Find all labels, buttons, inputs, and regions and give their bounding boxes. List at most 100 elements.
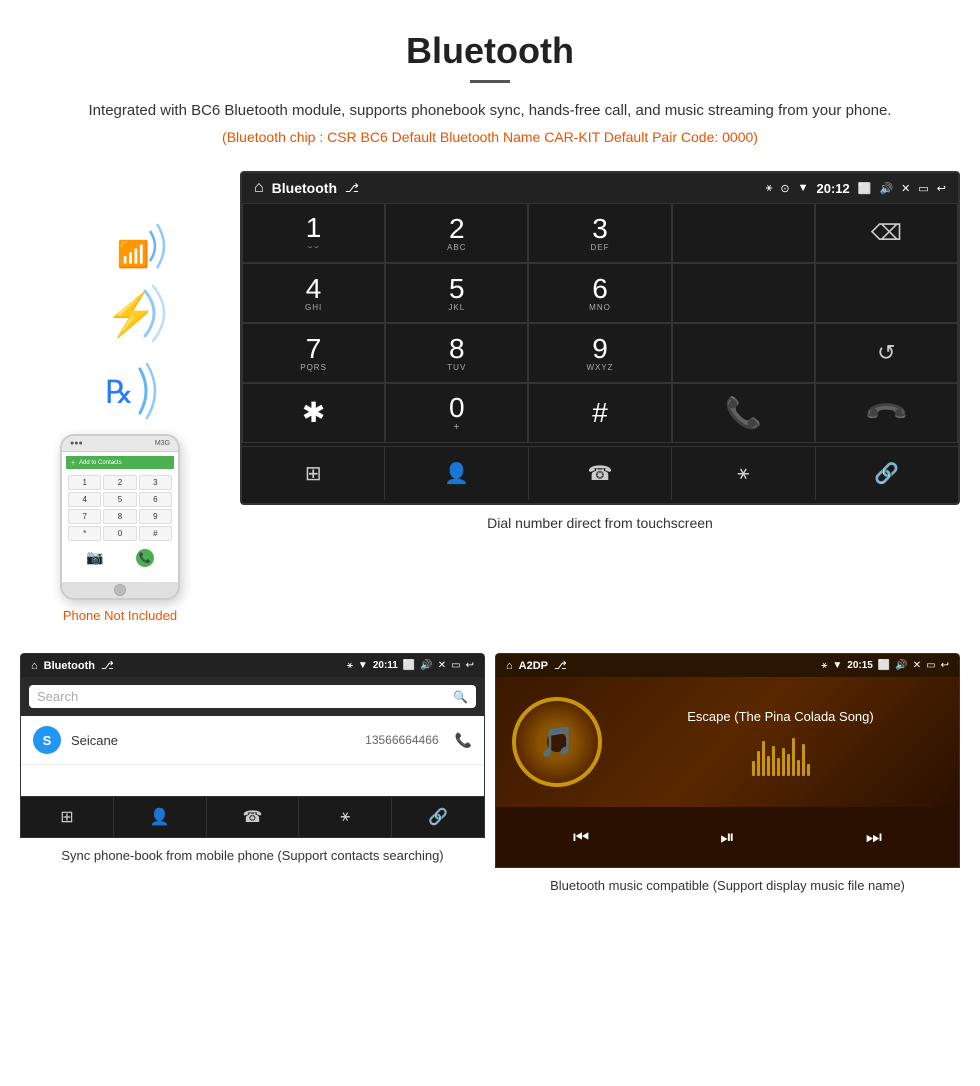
dial-key-3[interactable]: 3 DEF (528, 203, 671, 263)
status-right: ⚹ ⊙ ▼ 20:12 ⬜ 🔊 ✕ ▭ ↩ (766, 181, 946, 196)
pb-search-bar[interactable]: Search 🔍 (29, 685, 476, 708)
music-status-bar: ⌂ A2DP ⎇ ⚹ ▼ 20:15 ⬜ 🔊 ✕ ▭ ↩ (496, 654, 959, 677)
pb-status-bar: ⌂ Bluetooth ⎇ ⚹ ▼ 20:11 ⬜ 🔊 ✕ ▭ ↩ (21, 654, 484, 677)
pb-contact-item[interactable]: S Seicane 13566664466 📞 (21, 716, 484, 765)
dial-key-0[interactable]: 0 + (385, 383, 528, 443)
svg-text:📶: 📶 (117, 239, 149, 269)
title-divider (470, 80, 510, 83)
music-win-icon[interactable]: ▭ (926, 660, 935, 671)
music-status-left: ⌂ A2DP ⎇ (506, 659, 567, 672)
phone-call-btn: 📞 (136, 549, 154, 567)
dial-key-9[interactable]: 9 WXYZ (528, 323, 671, 383)
pb-contact-number: 13566664466 (365, 733, 438, 747)
eq-bar (777, 758, 780, 776)
music-signal-icon: ▼ (832, 660, 842, 671)
phone-key-6: 6 (139, 492, 172, 507)
music-cam-icon[interactable]: ⬜ (878, 660, 890, 671)
phone-key-8: 8 (103, 509, 136, 524)
dial-key-2[interactable]: 2 ABC (385, 203, 528, 263)
music-prev-btn[interactable]: ⏮ (563, 819, 599, 855)
music-back-icon[interactable]: ↩ (941, 660, 949, 671)
signal-svg: ⬧ 📶 (95, 211, 175, 281)
toolbar-apps[interactable]: ⊞ (242, 447, 385, 500)
pb-win-icon[interactable]: ▭ (451, 660, 460, 671)
pb-status-right: ⚹ ▼ 20:11 ⬜ 🔊 ✕ ▭ ↩ (347, 660, 474, 671)
music-play-btn[interactable]: ⏯ (709, 819, 745, 855)
dial-key-1[interactable]: 1 ⌣⌣ (242, 203, 385, 263)
volume-icon[interactable]: 🔊 (879, 182, 893, 195)
pb-close-icon[interactable]: ✕ (438, 660, 446, 671)
pb-toolbar-phone[interactable]: ☎ (207, 797, 300, 837)
music-album-art: 🎵 (512, 697, 602, 787)
dial-end-button[interactable]: 📞 (815, 383, 958, 443)
page-specs: (Bluetooth chip : CSR BC6 Default Blueto… (40, 129, 940, 145)
music-vol-icon[interactable]: 🔊 (895, 660, 907, 671)
phonebook-caption: Sync phone-book from mobile phone (Suppo… (20, 846, 485, 866)
phone-not-included-label: Phone Not Included (63, 608, 177, 623)
phone-key-5: 5 (103, 492, 136, 507)
dial-key-5[interactable]: 5 JKL (385, 263, 528, 323)
dial-reload[interactable]: ↺ (815, 323, 958, 383)
svg-text:℞: ℞ (105, 374, 134, 410)
pb-bt-icon: ⚹ (347, 660, 353, 671)
dial-key-4[interactable]: 4 GHI (242, 263, 385, 323)
phone-key-hash: # (139, 526, 172, 541)
close-icon[interactable]: ✕ (901, 182, 910, 195)
pb-back-icon[interactable]: ↩ (466, 660, 474, 671)
pb-toolbar-bluetooth[interactable]: ⚹ (299, 797, 392, 837)
bt-icon: ⚡ (95, 281, 185, 346)
bluetooth-signal: ⬧ 📶 ⚡ (95, 211, 185, 351)
phone-key-star: * (68, 526, 101, 541)
toolbar-phone[interactable]: ☎ (529, 447, 672, 500)
camera-icon[interactable]: ⬜ (858, 182, 872, 195)
search-icon[interactable]: 🔍 (453, 690, 468, 704)
music-song-title: Escape (The Pina Colada Song) (618, 709, 943, 724)
pb-contact-list: S Seicane 13566664466 📞 (21, 716, 484, 796)
back-icon[interactable]: ↩ (937, 182, 946, 195)
music-next-btn[interactable]: ⏭ (856, 819, 892, 855)
pb-vol-icon[interactable]: 🔊 (420, 660, 432, 671)
pb-status-title: Bluetooth (44, 660, 95, 672)
eq-bar (807, 764, 810, 776)
music-close-icon[interactable]: ✕ (913, 660, 921, 671)
home-icon[interactable]: ⌂ (254, 179, 264, 197)
pb-toolbar-contacts[interactable]: 👤 (114, 797, 207, 837)
pb-usb-icon: ⎇ (101, 659, 114, 672)
dial-call-button[interactable]: 📞 (672, 383, 815, 443)
window-icon[interactable]: ▭ (918, 182, 928, 195)
bt-wave-svg: ℞ (100, 361, 170, 421)
toolbar-contacts[interactable]: 👤 (385, 447, 528, 500)
dial-empty-1 (672, 203, 815, 263)
status-time: 20:12 (817, 181, 850, 196)
pb-cam-icon[interactable]: ⬜ (403, 660, 415, 671)
search-placeholder-text: Search (37, 689, 447, 704)
music-home-icon[interactable]: ⌂ (506, 660, 513, 672)
phone-bottom-row: 📷 📞 (66, 545, 174, 571)
screen-caption: Dial number direct from touchscreen (240, 515, 960, 531)
bt-status-icon: ⚹ (766, 182, 773, 195)
pb-toolbar: ⊞ 👤 ☎ ⚹ 🔗 (21, 796, 484, 837)
eq-bar (792, 738, 795, 776)
music-bt-icon: ⚹ (821, 660, 827, 671)
eq-bar (762, 741, 765, 776)
pb-toolbar-apps[interactable]: ⊞ (21, 797, 114, 837)
page-header: Bluetooth Integrated with BC6 Bluetooth … (0, 0, 980, 171)
music-time: 20:15 (847, 660, 873, 671)
dial-key-7[interactable]: 7 PQRS (242, 323, 385, 383)
pb-call-contact-icon[interactable]: 📞 (455, 732, 472, 749)
dial-key-star[interactable]: ✱ (242, 383, 385, 443)
eq-bar (797, 760, 800, 776)
car-status-bar: ⌂ Bluetooth ⎇ ⚹ ⊙ ▼ 20:12 ⬜ 🔊 ✕ ▭ ↩ (242, 173, 958, 203)
toolbar-link[interactable]: 🔗 (816, 447, 958, 500)
dial-key-8[interactable]: 8 TUV (385, 323, 528, 383)
pb-home-icon[interactable]: ⌂ (31, 660, 38, 672)
music-body: 🎵 Escape (The Pina Colada Song) (496, 677, 959, 807)
pb-toolbar-link[interactable]: 🔗 (392, 797, 484, 837)
dial-backspace[interactable]: ⌫ (815, 203, 958, 263)
dial-key-hash[interactable]: # (528, 383, 671, 443)
phone-key-0: 0 (103, 526, 136, 541)
phone-key-1: 1 (68, 475, 101, 490)
dial-key-6[interactable]: 6 MNO (528, 263, 671, 323)
bottom-panels: ⌂ Bluetooth ⎇ ⚹ ▼ 20:11 ⬜ 🔊 ✕ ▭ ↩ (0, 633, 980, 916)
toolbar-bluetooth[interactable]: ⚹ (672, 447, 815, 500)
